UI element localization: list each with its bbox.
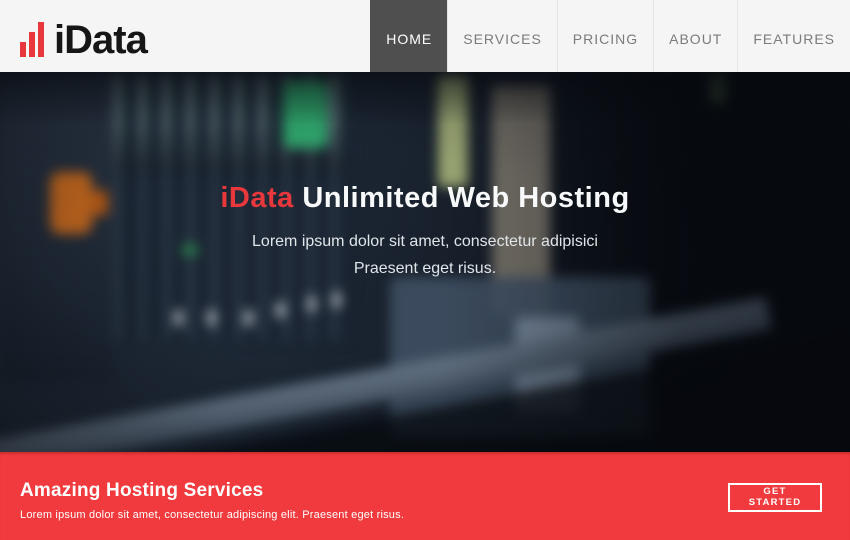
hero-title-rest: Unlimited Web Hosting <box>302 182 629 214</box>
idata-landing-page: iData HOME SERVICES PRICING ABOUT FEATUR… <box>0 0 850 540</box>
hero-title-accent: iData <box>220 182 293 214</box>
hero-subtitle-line1: Lorem ipsum dolor sit amet, consectetur … <box>252 233 598 250</box>
hero-subtitle: Lorem ipsum dolor sit amet, consectetur … <box>0 228 850 282</box>
logo-text: iData <box>54 24 147 57</box>
cta-heading: Amazing Hosting Services <box>20 480 404 502</box>
cta-text: Amazing Hosting Services Lorem ipsum dol… <box>20 480 404 521</box>
bar-chart-icon-bar <box>20 42 26 57</box>
get-started-button[interactable]: GET STARTED <box>728 483 822 512</box>
bar-chart-icon-bar <box>29 32 35 57</box>
site-header: iData HOME SERVICES PRICING ABOUT FEATUR… <box>0 0 850 72</box>
bar-chart-icon <box>20 22 47 57</box>
nav-item-services[interactable]: SERVICES <box>447 0 557 72</box>
cta-bar: Amazing Hosting Services Lorem ipsum dol… <box>0 452 850 540</box>
hero-title: iData Unlimited Web Hosting <box>0 182 850 215</box>
hero-subtitle-line2: Praesent eget risus. <box>354 260 496 277</box>
nav-item-about[interactable]: ABOUT <box>653 0 737 72</box>
nav-item-features[interactable]: FEATURES <box>737 0 850 72</box>
hero-section: iData Unlimited Web Hosting Lorem ipsum … <box>0 72 850 452</box>
logo[interactable]: iData <box>0 0 147 72</box>
nav-item-home[interactable]: HOME <box>370 0 447 72</box>
hero-content: iData Unlimited Web Hosting Lorem ipsum … <box>0 72 850 282</box>
main-nav: HOME SERVICES PRICING ABOUT FEATURES <box>370 0 850 72</box>
nav-item-pricing[interactable]: PRICING <box>557 0 653 72</box>
cta-subtext: Lorem ipsum dolor sit amet, consectetur … <box>20 509 404 521</box>
bar-chart-icon-bar <box>38 22 44 57</box>
